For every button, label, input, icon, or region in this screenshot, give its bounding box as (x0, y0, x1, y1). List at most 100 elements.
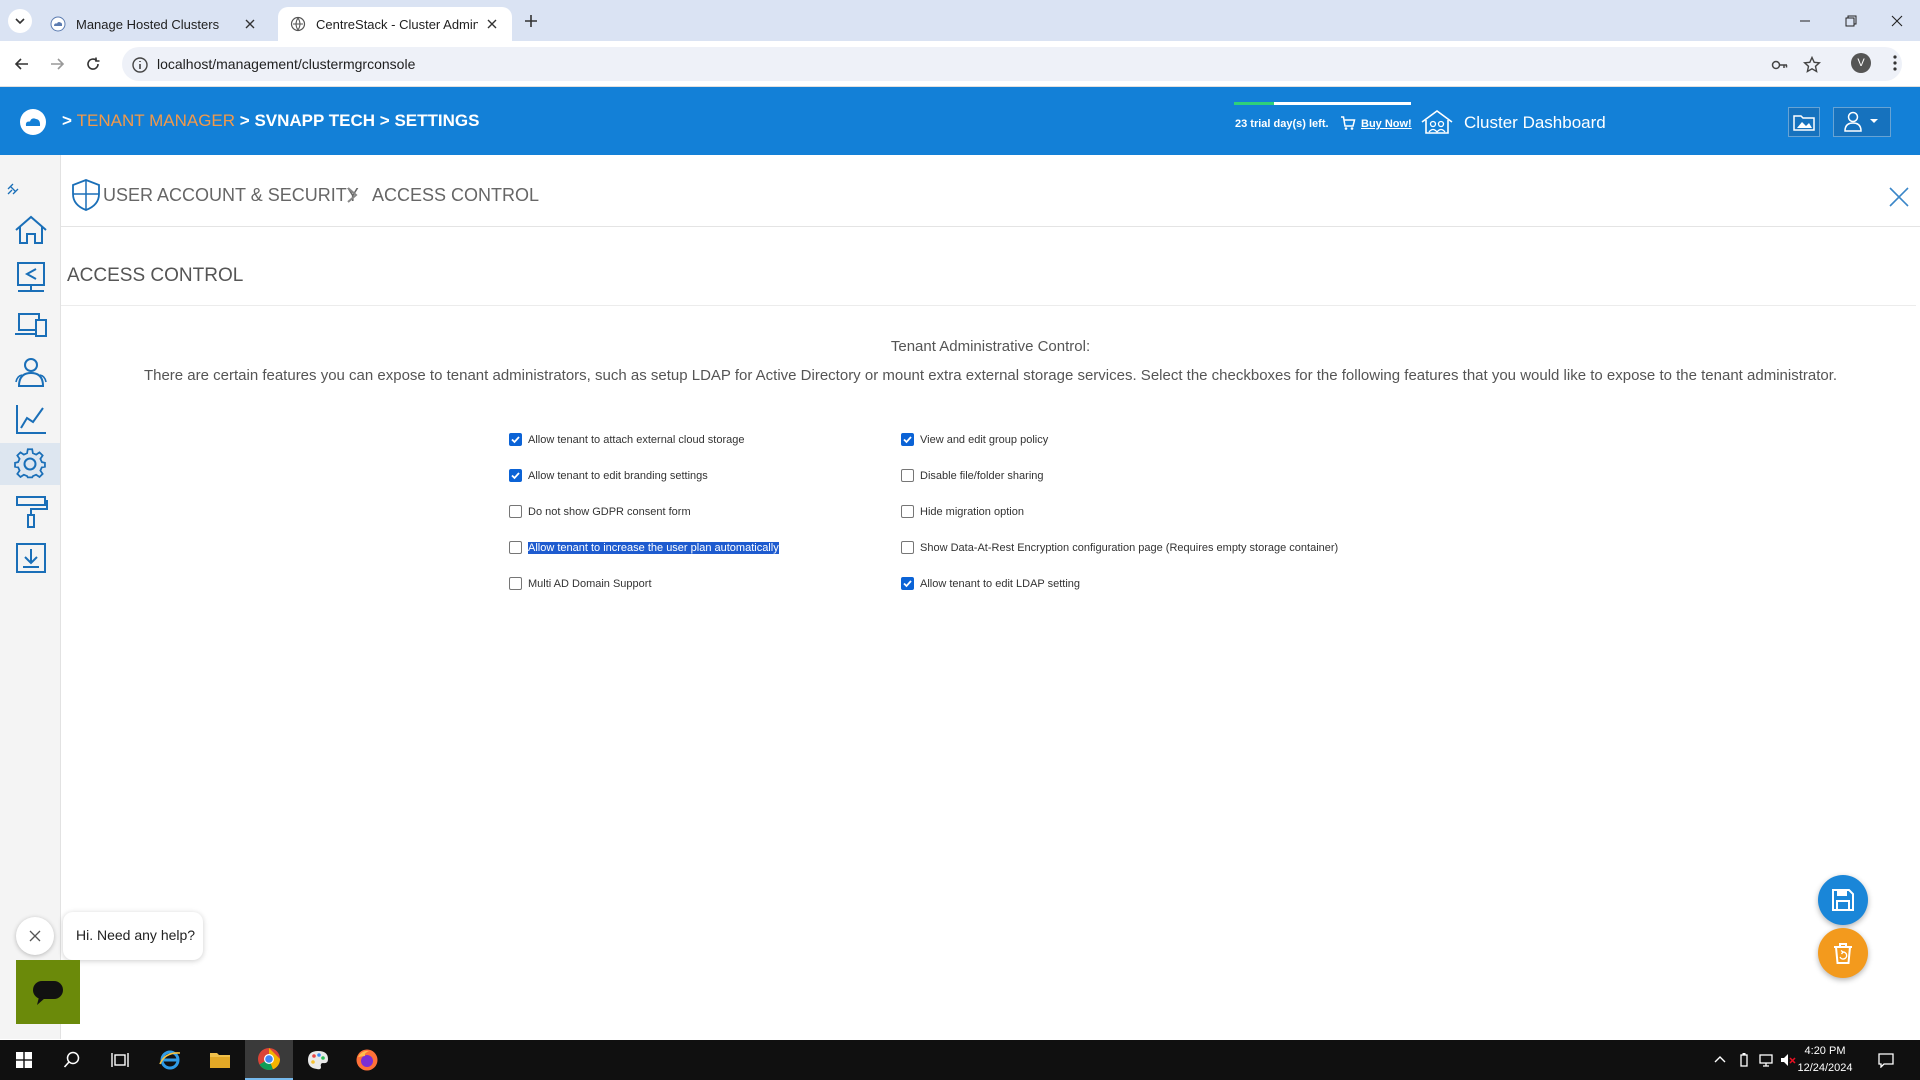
checkbox[interactable] (509, 541, 522, 554)
option-disable-sharing[interactable]: Disable file/folder sharing (901, 469, 1044, 482)
rail-item-share[interactable] (10, 256, 52, 298)
option-label[interactable]: Hide migration option (920, 506, 1024, 518)
back-button[interactable] (9, 51, 35, 77)
option-label[interactable]: Multi AD Domain Support (528, 578, 652, 590)
reload-button[interactable] (80, 51, 106, 77)
option-data-at-rest-encryption[interactable]: Show Data-At-Rest Encryption configurati… (901, 541, 1338, 554)
breadcrumb-tenant-manager[interactable]: TENANT MANAGER (77, 111, 235, 130)
url-text[interactable]: localhost/management/clustermgrconsole (157, 56, 415, 72)
buy-now-link[interactable]: Buy Now! (1361, 118, 1412, 130)
pin-icon[interactable] (6, 182, 20, 196)
checkbox[interactable] (901, 469, 914, 482)
close-tab-icon[interactable] (484, 16, 500, 32)
checkbox[interactable] (901, 577, 914, 590)
network-icon[interactable] (1758, 1052, 1774, 1068)
password-key-icon[interactable] (1771, 56, 1789, 74)
checkmark-icon (511, 436, 520, 444)
browser-tab-centrestack[interactable]: CentreStack - Cluster Admin (sv (278, 7, 512, 41)
taskbar-edge[interactable] (146, 1040, 194, 1080)
rail-item-branding[interactable] (10, 490, 52, 532)
left-navigation-rail (0, 155, 61, 1039)
option-multi-ad-domain[interactable]: Multi AD Domain Support (509, 577, 652, 590)
notifications-icon[interactable] (1878, 1052, 1894, 1068)
checkbox[interactable] (901, 541, 914, 554)
browser-tab-manage-hosted-clusters[interactable]: Manage Hosted Clusters (38, 7, 270, 41)
task-view-button[interactable] (96, 1040, 144, 1080)
option-edit-branding[interactable]: Allow tenant to edit branding settings (509, 469, 708, 482)
globe-favicon-icon (290, 16, 306, 32)
close-window-button[interactable] (1874, 0, 1920, 41)
profile-avatar[interactable]: V (1851, 53, 1871, 73)
taskbar-paint[interactable] (294, 1040, 342, 1080)
usb-device-icon[interactable] (1736, 1052, 1752, 1068)
option-label[interactable]: Allow tenant to attach external cloud st… (528, 434, 744, 446)
site-info-icon[interactable] (131, 56, 149, 74)
option-label[interactable]: Allow tenant to increase the user plan a… (528, 541, 779, 554)
checkbox[interactable] (901, 433, 914, 446)
option-label[interactable]: View and edit group policy (920, 434, 1048, 446)
option-label[interactable]: Do not show GDPR consent form (528, 506, 691, 518)
minimize-button[interactable] (1782, 0, 1828, 41)
tab-search-button[interactable] (8, 9, 32, 33)
restore-button[interactable] (1828, 0, 1874, 41)
home-icon (15, 215, 47, 244)
help-chat-launcher[interactable] (16, 960, 80, 1024)
taskbar-file-explorer[interactable] (196, 1040, 244, 1080)
app-logo[interactable] (20, 109, 46, 135)
taskbar-clock[interactable]: 4:20 PM 12/24/2024 (1790, 1043, 1860, 1077)
rail-item-settings[interactable] (0, 443, 60, 485)
checkbox[interactable] (509, 433, 522, 446)
option-label[interactable]: Show Data-At-Rest Encryption configurati… (920, 542, 1338, 554)
breadcrumb-tenant[interactable]: SVNAPP TECH (254, 111, 375, 130)
option-label[interactable]: Allow tenant to edit branding settings (528, 470, 708, 482)
show-hidden-icons-icon[interactable] (1712, 1052, 1728, 1068)
rail-item-devices[interactable] (10, 303, 52, 345)
trial-days-left: 23 trial day(s) left. (1235, 118, 1329, 130)
breadcrumb-separator: > (379, 111, 390, 130)
checkbox[interactable] (509, 577, 522, 590)
rail-item-reports[interactable] (10, 398, 52, 440)
search-icon (63, 1051, 80, 1068)
browser-menu-icon[interactable] (1892, 53, 1898, 73)
rail-item-home[interactable] (10, 209, 52, 251)
reset-button[interactable] (1818, 928, 1868, 978)
checkbox[interactable] (509, 505, 522, 518)
close-tab-icon[interactable] (242, 16, 258, 32)
taskbar-search-button[interactable] (48, 1040, 96, 1080)
option-attach-external-storage[interactable]: Allow tenant to attach external cloud st… (509, 433, 744, 446)
windows-taskbar: 4:20 PM 12/24/2024 (0, 1040, 1920, 1080)
breadcrumb-user-account-security[interactable]: USER ACCOUNT & SECURITY (103, 185, 359, 206)
taskbar-chrome[interactable] (245, 1040, 293, 1080)
cart-icon[interactable] (1340, 115, 1356, 131)
checkbox[interactable] (509, 469, 522, 482)
option-label[interactable]: Allow tenant to edit LDAP setting (920, 578, 1080, 590)
help-dismiss-button[interactable] (16, 917, 54, 955)
house-cluster-icon[interactable] (1420, 109, 1454, 135)
start-button[interactable] (0, 1040, 48, 1080)
firefox-icon (356, 1049, 378, 1071)
trial-progress-bar (1234, 102, 1411, 105)
option-group-policy[interactable]: View and edit group policy (901, 433, 1048, 446)
page-header: USER ACCOUNT & SECURITY ACCESS CONTROL (61, 155, 1920, 227)
folder-button[interactable] (1788, 107, 1820, 137)
option-gdpr-consent[interactable]: Do not show GDPR consent form (509, 505, 691, 518)
rail-item-users[interactable] (10, 351, 52, 393)
checkbox[interactable] (901, 505, 914, 518)
cluster-dashboard-link[interactable]: Cluster Dashboard (1464, 113, 1606, 133)
address-bar[interactable]: localhost/management/clustermgrconsole (122, 47, 1902, 81)
chevron-down-icon (15, 18, 25, 25)
help-message-bubble[interactable]: Hi. Need any help? (63, 912, 203, 960)
bookmark-star-icon[interactable] (1803, 56, 1821, 74)
arrow-left-icon (14, 58, 28, 70)
option-increase-user-plan[interactable]: Allow tenant to increase the user plan a… (509, 541, 779, 554)
option-hide-migration[interactable]: Hide migration option (901, 505, 1024, 518)
new-tab-icon[interactable] (520, 10, 542, 32)
forward-button[interactable] (44, 51, 70, 77)
close-icon[interactable] (1887, 185, 1911, 209)
user-menu-button[interactable] (1833, 107, 1891, 137)
save-button[interactable] (1818, 875, 1868, 925)
option-label[interactable]: Disable file/folder sharing (920, 470, 1044, 482)
option-edit-ldap[interactable]: Allow tenant to edit LDAP setting (901, 577, 1080, 590)
rail-item-download[interactable] (10, 537, 52, 579)
taskbar-firefox[interactable] (343, 1040, 391, 1080)
